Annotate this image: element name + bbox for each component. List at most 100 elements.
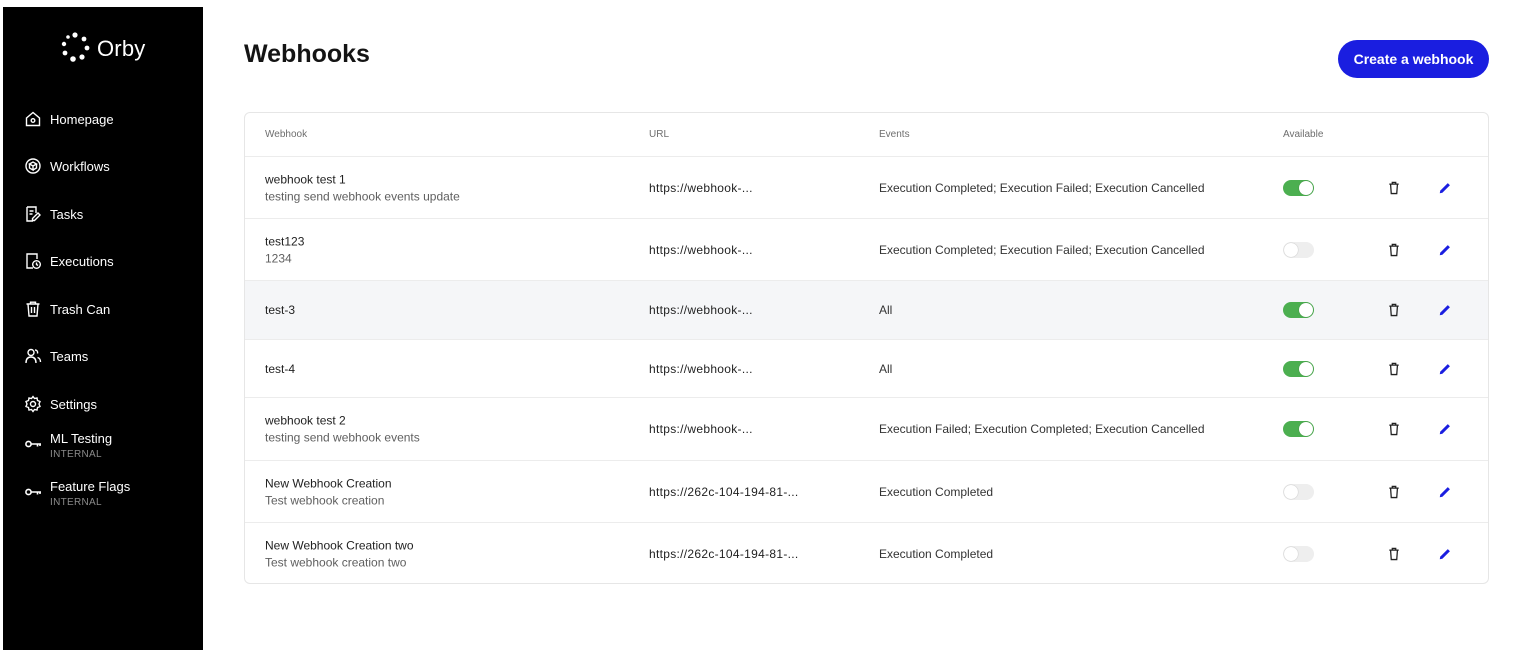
trash-icon [24, 300, 42, 318]
toggle-knob [1299, 303, 1313, 317]
webhook-url: https://262c-104-194-81-... [649, 484, 799, 499]
sidebar-item-settings[interactable]: Settings [24, 387, 199, 421]
table-row[interactable]: test-3 https://webhook-... All [245, 281, 1488, 340]
sidebar-item-label: Feature Flags [50, 479, 131, 494]
delete-button[interactable] [1387, 302, 1401, 318]
table-row[interactable]: webhook test 1 testing send webhook even… [245, 157, 1488, 219]
webhook-cell: test123 1234 [265, 234, 304, 265]
available-toggle[interactable] [1283, 241, 1314, 258]
sidebar-item-badge: INTERNAL [50, 449, 102, 460]
webhook-cell: webhook test 1 testing send webhook even… [265, 172, 460, 203]
column-header-url: URL [649, 129, 670, 140]
trash-icon [1389, 422, 1399, 436]
webhook-name: test-4 [265, 361, 296, 376]
sidebar-item-homepage[interactable]: Homepage [24, 102, 199, 136]
cube-icon [24, 157, 42, 175]
webhook-events: Execution Failed; Execution Completed; E… [879, 422, 1205, 436]
toggle-knob [1299, 422, 1313, 436]
sidebar-item-feature-flags[interactable]: Feature Flags INTERNAL [24, 479, 199, 519]
pencil-icon [1439, 548, 1450, 559]
edit-button[interactable] [1437, 242, 1453, 258]
sidebar-item-teams[interactable]: Teams [24, 339, 199, 373]
edit-button[interactable] [1437, 546, 1453, 562]
webhook-events: Execution Completed; Execution Failed; E… [879, 180, 1205, 195]
people-icon [24, 347, 42, 365]
available-toggle[interactable] [1283, 421, 1314, 437]
webhook-events: Execution Completed; Execution Failed; E… [879, 242, 1205, 257]
column-header-webhook: Webhook [265, 129, 308, 140]
webhook-url: https://webhook-... [649, 361, 753, 376]
sidebar-item-executions[interactable]: Executions [24, 244, 199, 278]
webhook-name: webhook test 2 [265, 413, 346, 428]
sidebar-item-label: Settings [50, 396, 97, 412]
sidebar: Orby Homepage Workflows Tasks Executions… [3, 7, 203, 650]
webhook-url: https://webhook-... [649, 422, 753, 436]
toggle-knob [1299, 361, 1313, 376]
table-row[interactable]: New Webhook Creation two Test webhook cr… [245, 523, 1488, 583]
sidebar-item-workflows[interactable]: Workflows [24, 149, 199, 183]
table-row[interactable]: webhook test 2 testing send webhook even… [245, 398, 1488, 461]
orby-logo[interactable]: Orby [59, 31, 145, 67]
sidebar-item-label: Workflows [50, 158, 110, 174]
available-toggle[interactable] [1283, 179, 1314, 196]
delete-button[interactable] [1387, 546, 1401, 562]
sidebar-item-ml-testing[interactable]: ML Testing INTERNAL [24, 431, 199, 471]
webhook-name: New Webhook Creation two [265, 538, 414, 552]
gear-icon [24, 395, 42, 413]
column-header-events: Events [879, 129, 910, 140]
delete-button[interactable] [1387, 242, 1401, 258]
edit-button[interactable] [1437, 361, 1453, 377]
sidebar-item-tasks[interactable]: Tasks [24, 197, 199, 231]
webhook-events: All [879, 303, 893, 317]
webhook-events: Execution Completed [879, 484, 994, 499]
sidebar-item-label: Teams [50, 348, 89, 364]
sidebar-item-label: Executions [50, 253, 114, 269]
webhook-url: https://262c-104-194-81-... [649, 546, 799, 561]
delete-button[interactable] [1387, 180, 1401, 196]
available-toggle[interactable] [1283, 360, 1314, 377]
pencil-icon [1439, 182, 1450, 193]
delete-button[interactable] [1387, 484, 1401, 500]
edit-button[interactable] [1437, 302, 1453, 318]
toggle-knob [1284, 484, 1298, 499]
page-title: Webhooks [244, 40, 370, 68]
sidebar-item-label: Tasks [50, 206, 84, 222]
document-clock-icon [24, 252, 42, 270]
delete-button[interactable] [1387, 421, 1401, 437]
webhook-name: New Webhook Creation [265, 476, 392, 490]
webhook-description: 1234 [265, 251, 292, 265]
pencil-icon [1439, 244, 1450, 255]
webhook-description: testing send webhook events [265, 430, 420, 445]
edit-button[interactable] [1437, 484, 1453, 500]
available-toggle[interactable] [1283, 483, 1314, 500]
sidebar-item-badge: INTERNAL [50, 497, 102, 508]
delete-button[interactable] [1387, 361, 1401, 377]
trash-icon [1389, 547, 1399, 560]
webhook-cell: New Webhook Creation two Test webhook cr… [265, 538, 414, 569]
orby-logo-icon [59, 31, 91, 68]
edit-button[interactable] [1437, 180, 1453, 196]
create-webhook-button[interactable]: Create a webhook [1338, 40, 1489, 78]
table-row[interactable]: test-4 https://webhook-... All [245, 340, 1488, 398]
table-row[interactable]: test123 1234 https://webhook-... Executi… [245, 219, 1488, 281]
webhook-description: Test webhook creation [265, 493, 385, 507]
table-row[interactable]: New Webhook Creation Test webhook creati… [245, 461, 1488, 523]
pencil-icon [1439, 363, 1450, 374]
webhook-cell: test-4 [265, 362, 295, 376]
webhook-url: https://webhook-... [649, 180, 753, 195]
edit-button[interactable] [1437, 421, 1453, 437]
webhook-cell: webhook test 2 testing send webhook even… [265, 414, 420, 445]
trash-icon [1389, 485, 1399, 498]
app-name: Orby [97, 36, 146, 61]
available-toggle[interactable] [1283, 302, 1314, 318]
webhook-name: test-3 [265, 303, 296, 317]
sidebar-item-trash-can[interactable]: Trash Can [24, 292, 199, 326]
available-toggle[interactable] [1283, 545, 1314, 562]
webhook-name: webhook test 1 [265, 172, 346, 186]
webhook-events: All [879, 361, 893, 376]
webhook-cell: New Webhook Creation Test webhook creati… [265, 476, 392, 507]
pencil-icon [1439, 486, 1450, 497]
key-icon [24, 483, 42, 501]
webhook-url: https://webhook-... [649, 303, 753, 317]
toggle-knob [1284, 242, 1298, 257]
